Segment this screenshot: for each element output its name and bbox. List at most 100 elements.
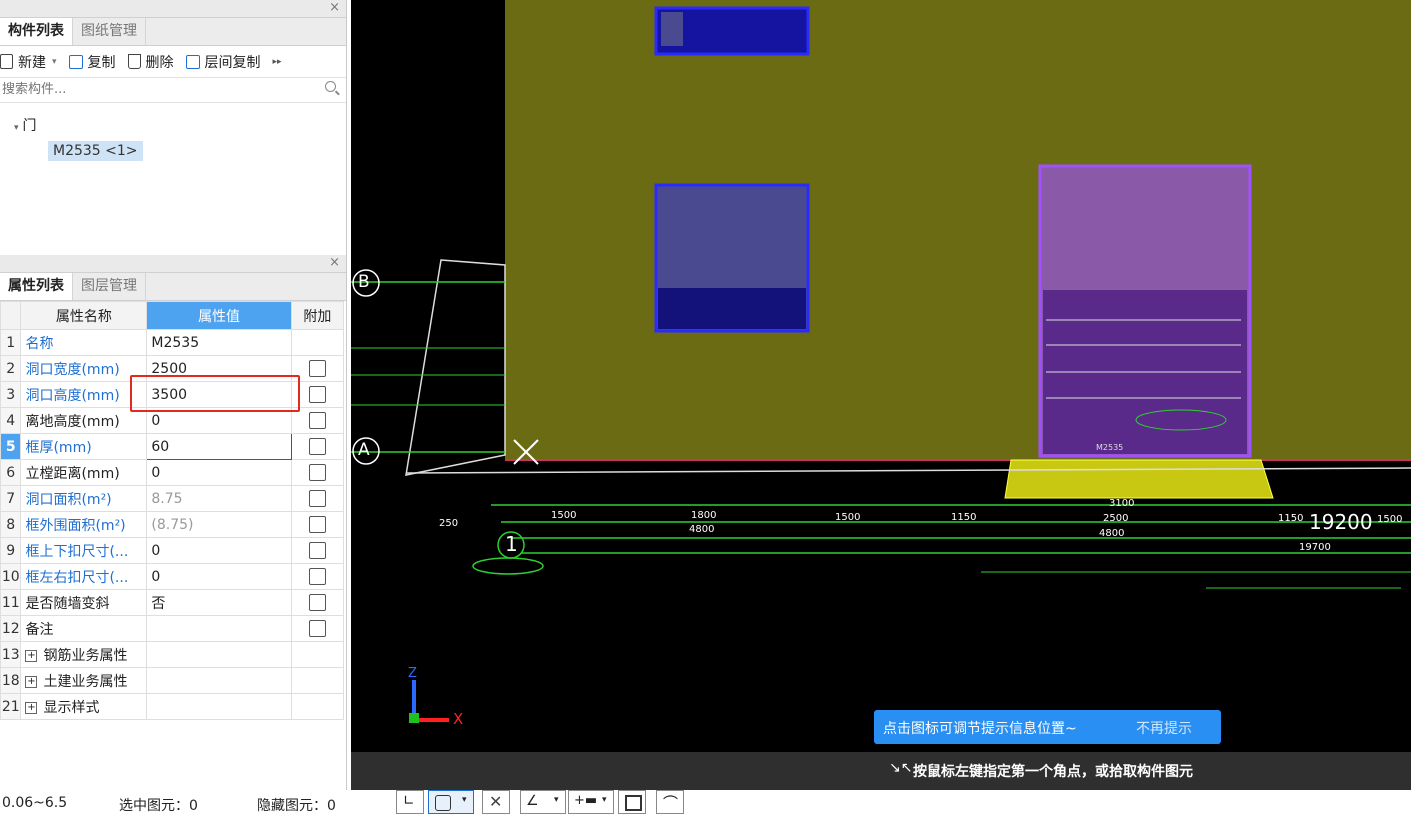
property-value[interactable]: 0 [146, 563, 292, 590]
property-name: 名称 [20, 329, 148, 356]
property-value [146, 667, 292, 694]
snap-box-icon [435, 795, 451, 811]
expand-plus-icon[interactable]: + [25, 649, 38, 662]
table-row[interactable]: 7 洞口面积(m²) 8.75 [0, 485, 345, 512]
row-number: 7 [0, 485, 22, 512]
highlight-box [130, 375, 300, 412]
table-row-selected[interactable]: 5 框厚(mm) 60 [0, 433, 345, 460]
delete-button[interactable]: 删除 [127, 52, 174, 72]
snap-mode-button[interactable]: ▾ [428, 790, 474, 814]
row-number: 21 [0, 693, 22, 720]
tree-node-label: 门 [22, 118, 37, 134]
extra-cell [290, 485, 345, 512]
offset-button[interactable]: +▬ ▾ [568, 790, 614, 814]
table-row[interactable]: 8 框外围面积(m²) (8.75) [0, 511, 345, 538]
tab-property-list[interactable]: 属性列表 [0, 273, 73, 300]
property-name: 框上下扣尺寸(... [20, 537, 148, 564]
close-icon[interactable]: × [329, 255, 340, 271]
extra-checkbox[interactable] [308, 360, 326, 377]
display-button[interactable] [618, 790, 646, 814]
more-arrows-icon[interactable]: ▸▸ [273, 57, 282, 67]
row-number: 11 [0, 589, 22, 616]
expand-plus-icon[interactable]: + [25, 675, 38, 688]
table-row-group[interactable]: 13 + 钢筋业务属性 [0, 641, 345, 668]
dimension-text: 250 [439, 518, 459, 529]
table-row[interactable]: 12 备注 [0, 615, 345, 642]
property-value[interactable]: 否 [146, 589, 292, 616]
angle-icon: ∠ [526, 793, 539, 809]
table-row-group[interactable]: 18 + 土建业务属性 [0, 667, 345, 694]
tab-component-list[interactable]: 构件列表 [0, 18, 73, 45]
table-row[interactable]: 11 是否随墙变斜 否 [0, 589, 345, 616]
chevron-down-icon[interactable]: ▾ [602, 795, 607, 805]
expand-triangle-icon[interactable]: ▾ [14, 123, 19, 133]
extra-checkbox[interactable] [308, 542, 326, 559]
tab-layer-management[interactable]: 图层管理 [73, 273, 146, 300]
table-row-group[interactable]: 21 + 显示样式 [0, 693, 345, 720]
header-name: 属性名称 [20, 301, 148, 330]
property-value[interactable] [146, 615, 292, 642]
wall-face [505, 0, 1411, 460]
angle-button[interactable]: ∠ ▾ [520, 790, 566, 814]
drawing-canvas[interactable]: B A 1 Z X 1500 1800 1500 1150 2500 1150 … [351, 0, 1411, 790]
table-row[interactable]: 9 框上下扣尺寸(... 0 [0, 537, 345, 564]
new-button[interactable]: 新建 ▾ [0, 52, 57, 72]
table-row[interactable]: 1 名称 M2535 [0, 329, 345, 356]
arc-icon: ⌒ [663, 794, 679, 812]
extra-checkbox[interactable] [308, 464, 326, 481]
canvas-svg [351, 0, 1411, 723]
expand-plus-icon[interactable]: + [25, 701, 38, 714]
offset-icon: +▬ [574, 793, 598, 808]
ortho-icon: ∟ [403, 793, 415, 809]
extra-checkbox[interactable] [308, 620, 326, 637]
tree-item-m2535[interactable]: M2535 <1> [48, 141, 143, 161]
property-value[interactable]: 0 [146, 459, 292, 486]
row-number: 5 [0, 433, 22, 460]
floor-copy-button[interactable]: 层间复制 [185, 52, 261, 72]
z-axis-label: Z [408, 666, 417, 681]
property-value: (8.75) [146, 511, 292, 538]
zoom-range: 0.06~6.5 [2, 795, 68, 811]
search-input[interactable] [0, 78, 304, 100]
extra-checkbox[interactable] [308, 594, 326, 611]
property-group[interactable]: + 土建业务属性 [20, 667, 148, 694]
extra-checkbox[interactable] [308, 516, 326, 533]
row-number: 13 [0, 641, 22, 668]
property-group[interactable]: + 钢筋业务属性 [20, 641, 148, 668]
property-value[interactable]: M2535 [146, 329, 292, 356]
extra-checkbox[interactable] [308, 386, 326, 403]
shrink-arrows-icon[interactable]: ↘↖ [889, 760, 912, 776]
cross-snap-button[interactable]: ✕ [482, 790, 510, 814]
row-number: 6 [0, 459, 22, 486]
tab-drawing-management[interactable]: 图纸管理 [73, 18, 146, 45]
property-name: 洞口面积(m²) [20, 485, 148, 512]
property-value: 8.75 [146, 485, 292, 512]
table-row[interactable]: 6 立樘距离(mm) 0 [0, 459, 345, 486]
copy-button[interactable]: 复制 [68, 52, 116, 72]
extra-cell [290, 641, 345, 668]
table-row[interactable]: 10 框左右扣尺寸(... 0 [0, 563, 345, 590]
orthogonal-button[interactable]: ∟ [396, 790, 424, 814]
tree-node-door[interactable]: ▾ 门 [14, 115, 37, 135]
extra-checkbox[interactable] [308, 490, 326, 507]
property-value-input[interactable]: 60 [146, 433, 292, 460]
dimension-text: 1150 [951, 512, 977, 523]
extra-checkbox[interactable] [308, 438, 326, 455]
close-icon[interactable]: × [329, 0, 340, 16]
property-group[interactable]: + 显示样式 [20, 693, 148, 720]
search-icon[interactable] [325, 81, 336, 92]
extra-checkbox[interactable] [308, 412, 326, 429]
property-value[interactable]: 0 [146, 537, 292, 564]
row-number: 3 [0, 381, 22, 408]
dismiss-hint-link[interactable]: 不再提示 [1136, 718, 1192, 738]
extra-checkbox[interactable] [308, 568, 326, 585]
dimension-text: 4800 [1099, 528, 1125, 539]
chevron-down-icon[interactable]: ▾ [52, 57, 57, 67]
chevron-down-icon[interactable]: ▾ [462, 795, 467, 805]
chevron-down-icon[interactable]: ▾ [554, 795, 559, 805]
arc-button[interactable]: ⌒ [656, 790, 684, 814]
hint-tooltip[interactable]: 点击图标可调节提示信息位置~ 不再提示 [874, 710, 1221, 744]
cross-icon: ✕ [489, 792, 503, 811]
property-panel-header: × [0, 255, 346, 273]
row-number: 9 [0, 537, 22, 564]
